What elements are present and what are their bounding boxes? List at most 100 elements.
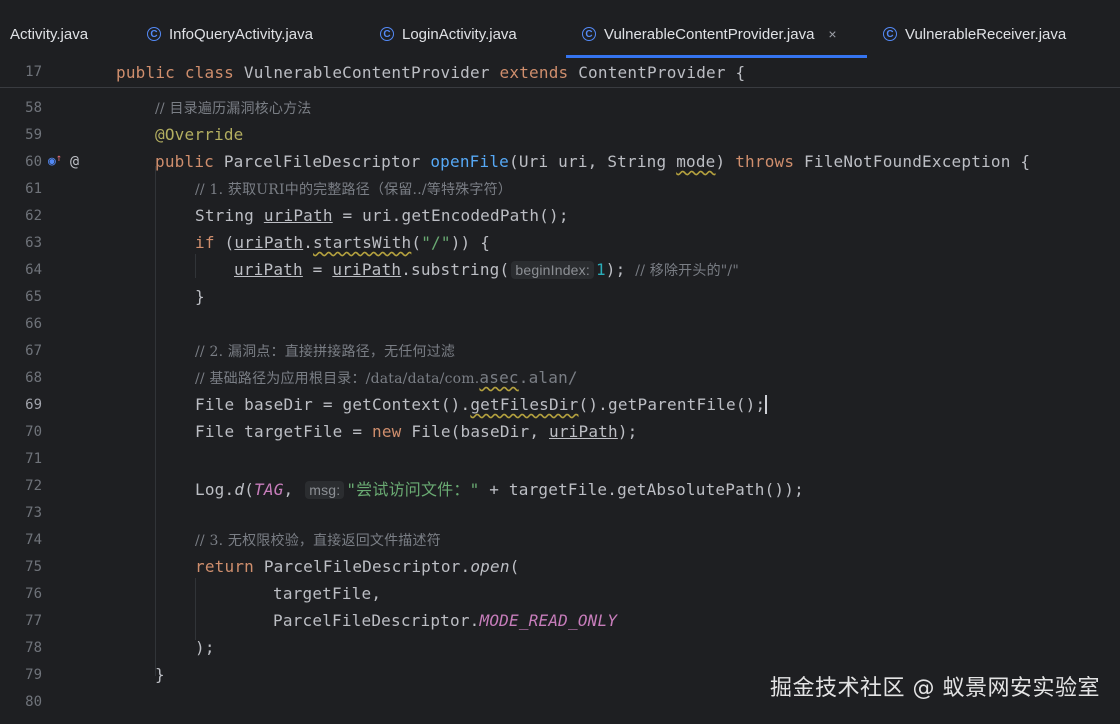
line-number: 72: [25, 478, 42, 494]
method-call: startsWith: [313, 233, 412, 252]
type-name: ParcelFileDescriptor: [223, 152, 421, 171]
string: "/": [421, 233, 451, 252]
line-number: 70: [25, 424, 42, 440]
punct: ,: [283, 480, 304, 499]
line-number: 66: [25, 316, 42, 332]
close-icon[interactable]: ×: [828, 26, 836, 42]
line-number: 75: [25, 559, 42, 575]
comment-typo: asec: [479, 368, 519, 387]
punct: =: [302, 260, 333, 279]
static-method: d: [234, 480, 245, 499]
keyword: throws: [735, 152, 795, 171]
punct: );: [617, 422, 638, 441]
keyword: if: [195, 233, 215, 252]
tab-label: LoginActivity.java: [402, 25, 517, 43]
code-line-77: ParcelFileDescriptor.MODE_READ_ONLY: [273, 611, 617, 630]
line-number: 80: [25, 694, 42, 710]
method-call: getFilesDir: [470, 395, 579, 414]
code-line-64: uriPath = uriPath.substring(beginIndex: 1…: [234, 260, 739, 280]
line-number: 60: [25, 154, 42, 170]
code-line-58: // 目录遍历漏洞核心方法: [155, 98, 311, 118]
code-line-62: String uriPath = uri.getEncodedPath();: [195, 206, 569, 225]
line-number: 73: [25, 505, 42, 521]
comment: // 3. 无权限校验，直接返回文件描述符: [195, 533, 441, 549]
comment: // 基础路径为应用根目录：/data/data/com.: [195, 371, 480, 387]
class-name: VulnerableContentProvider: [243, 63, 490, 82]
params: (Uri uri, String: [509, 152, 677, 171]
code-line-79: }: [155, 665, 165, 684]
constant: TAG: [254, 480, 284, 499]
constant: MODE_READ_ONLY: [479, 611, 618, 630]
editor-tab-bar: Activity.java C InfoQueryActivity.java C…: [0, 0, 1120, 61]
annotation: @Override: [155, 125, 244, 144]
annotation-icon[interactable]: @: [70, 152, 79, 170]
tab-vulnerablecontentprovider[interactable]: C VulnerableContentProvider.java ×: [582, 22, 837, 46]
expression: + targetFile.getAbsolutePath());: [479, 480, 804, 499]
variable: uriPath: [263, 206, 333, 225]
keyword: new: [372, 422, 402, 441]
comment: // 2. 漏洞点：直接拼接路径，无任何过滤: [195, 344, 456, 360]
superclass: ContentProvider {: [578, 63, 746, 82]
method-name: openFile: [430, 152, 510, 171]
punct: );: [195, 638, 215, 657]
punct: (: [244, 480, 255, 499]
code-line-69: File baseDir = getContext().getFilesDir(…: [195, 395, 768, 414]
punct: (: [411, 233, 422, 252]
code-line-61: // 1. 获取URI中的完整路径（保留../等特殊字符）: [195, 179, 512, 199]
code-line-59: @Override: [155, 125, 244, 144]
override-method-icon[interactable]: ◉↑: [48, 153, 62, 169]
line-number: 61: [25, 181, 42, 197]
code-line-67: // 2. 漏洞点：直接拼接路径，无任何过滤: [195, 341, 455, 361]
line-number: 62: [25, 208, 42, 224]
watermark: 掘金技术社区 @ 蚁景网安实验室: [770, 676, 1100, 701]
keyword: return: [195, 557, 254, 576]
line-number: 65: [25, 289, 42, 305]
indent-guide: [155, 166, 156, 676]
tab-label: VulnerableContentProvider.java: [604, 25, 815, 43]
class-icon: C: [582, 27, 596, 41]
code-line-76: targetFile,: [273, 584, 381, 603]
number: 1: [595, 260, 606, 279]
parameter-hint: msg:: [305, 481, 345, 499]
line-number: 17: [25, 64, 42, 80]
line-number: 78: [25, 640, 42, 656]
punct: ): [715, 152, 736, 171]
static-method: open: [470, 557, 510, 576]
tab-label: Activity.java: [10, 25, 89, 43]
expression: ().getParentFile();: [578, 395, 766, 414]
class-ref: ParcelFileDescriptor.: [254, 557, 471, 576]
tab-label: VulnerableReceiver.java: [905, 25, 1067, 43]
code-editor[interactable]: 58 59 60 61 62 63 64 65 66 67 68 69 70 7…: [0, 88, 1120, 724]
brace: }: [195, 287, 205, 306]
code-line-74: // 3. 无权限校验，直接返回文件描述符: [195, 530, 441, 550]
expression: File targetFile =: [195, 422, 372, 441]
comment: // 目录遍历漏洞核心方法: [155, 101, 312, 117]
line-number-current: 69: [25, 397, 42, 413]
param-mode: mode: [676, 152, 716, 171]
brace: }: [155, 665, 165, 684]
code-line-72: Log.d(TAG, msg: "尝试访问文件：" + targetFile.ge…: [195, 476, 804, 500]
tab-label: InfoQueryActivity.java: [169, 25, 313, 43]
sticky-scroll-header[interactable]: 17 public class VulnerableContentProvide…: [0, 60, 1120, 88]
sticky-code-line: public class VulnerableContentProvider e…: [116, 63, 745, 82]
tab-vulnerablereceiver[interactable]: C VulnerableReceiver.java: [883, 22, 1066, 46]
method-call: .substring(: [401, 260, 510, 279]
type-name: String: [195, 206, 264, 225]
tab-infoqueryactivity[interactable]: C InfoQueryActivity.java: [147, 22, 313, 46]
code-line-60: public ParcelFileDescriptor openFile(Uri…: [155, 152, 1030, 171]
punct: (: [214, 233, 235, 252]
class-icon: C: [380, 27, 394, 41]
text-caret: [765, 395, 768, 414]
exception: FileNotFoundException {: [794, 152, 1031, 171]
indent-guide: [195, 254, 196, 278]
code-line-68: // 基础路径为应用根目录：/data/data/com.asec.alan/: [195, 368, 578, 388]
tab-loginactivity[interactable]: C LoginActivity.java: [380, 22, 517, 46]
keyword: public: [155, 152, 214, 171]
expression: File baseDir = getContext().: [195, 395, 471, 414]
line-number: 76: [25, 586, 42, 602]
comment: // 移除开头的"/": [635, 263, 739, 279]
keyword: public: [116, 63, 175, 82]
tab-activity[interactable]: Activity.java: [10, 22, 88, 46]
line-number: 68: [25, 370, 42, 386]
line-number: 79: [25, 667, 42, 683]
